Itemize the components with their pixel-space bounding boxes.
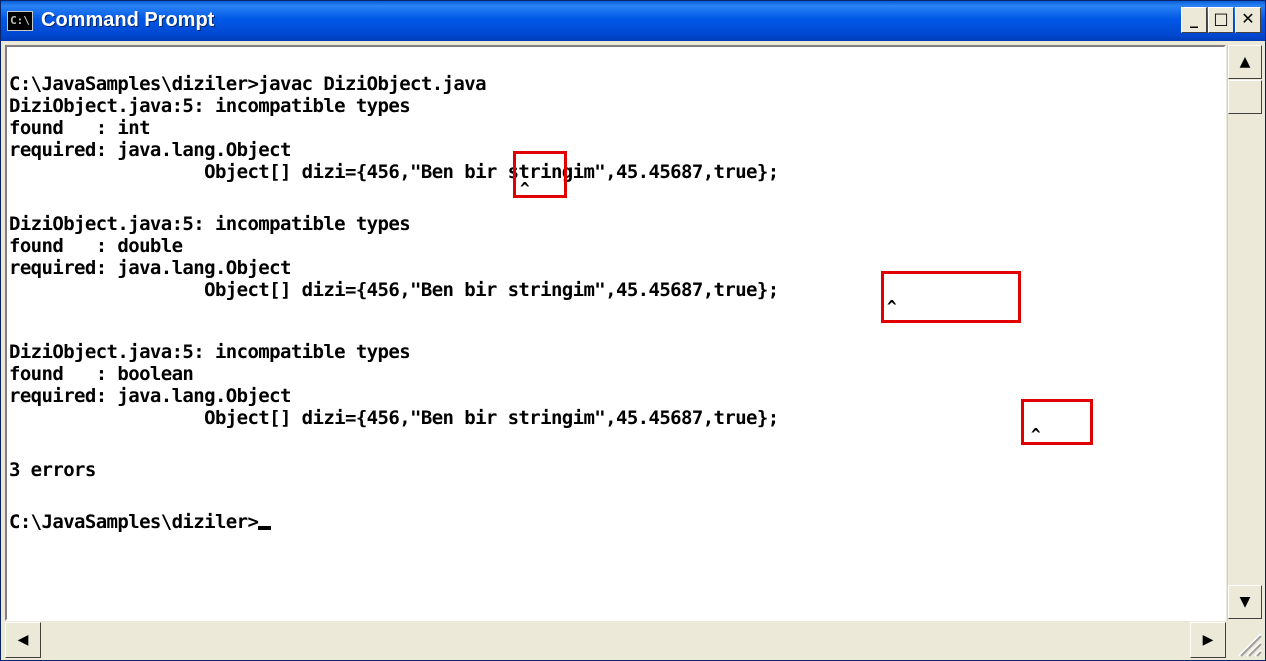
minimize-button[interactable]: _	[1181, 7, 1207, 33]
console-line: Object[] dizi={456,"Ben bir stringim",45…	[9, 407, 779, 429]
console-line: required: java.lang.Object	[9, 385, 291, 407]
console-line: DiziObject.java:5: incompatible types	[9, 95, 411, 117]
scroll-up-button[interactable]: ▲	[1228, 45, 1262, 79]
scroll-left-button[interactable]: ◀	[5, 622, 41, 658]
console-line: required: java.lang.Object	[9, 139, 291, 161]
text-cursor	[258, 526, 272, 530]
console-line: Object[] dizi={456,"Ben bir stringim",45…	[9, 279, 779, 301]
console-line: 3 errors	[9, 459, 96, 481]
maximize-button[interactable]: □	[1208, 7, 1234, 33]
highlight-box	[1021, 399, 1093, 445]
console-line: required: java.lang.Object	[9, 257, 291, 279]
command-prompt-window: C:\ Command Prompt _ □ ✕ C:\JavaSamples\…	[0, 0, 1266, 661]
console-line: found : int	[9, 117, 151, 139]
console-output[interactable]: C:\JavaSamples\diziler>javac DiziObject.…	[5, 45, 1226, 621]
console-app-icon[interactable]: C:\	[7, 11, 33, 31]
console-line: Object[] dizi={456,"Ben bir stringim",45…	[9, 161, 779, 183]
scroll-right-button[interactable]: ▶	[1190, 622, 1226, 658]
console-line: found : boolean	[9, 363, 194, 385]
highlight-box	[881, 271, 1021, 323]
horizontal-scrollbar[interactable]: ◀ ▶	[5, 622, 1226, 658]
console-line: DiziObject.java:5: incompatible types	[9, 213, 411, 235]
close-button[interactable]: ✕	[1235, 7, 1261, 33]
console-line: found : double	[9, 235, 183, 257]
console-line: C:\JavaSamples\diziler>javac DiziObject.…	[9, 73, 487, 95]
resize-grip-icon[interactable]	[1227, 622, 1263, 658]
prompt-text: C:\JavaSamples\diziler>	[9, 511, 259, 533]
window-title: Command Prompt	[41, 9, 215, 31]
scroll-down-button[interactable]: ▼	[1228, 585, 1262, 619]
title-bar[interactable]: C:\ Command Prompt _ □ ✕	[1, 1, 1265, 41]
vertical-scrollbar[interactable]: ▲ ▼	[1227, 45, 1263, 621]
prompt-line: C:\JavaSamples\diziler>	[9, 511, 272, 533]
vertical-scroll-thumb[interactable]	[1228, 80, 1262, 114]
highlight-box	[513, 151, 567, 198]
console-line: DiziObject.java:5: incompatible types	[9, 341, 411, 363]
